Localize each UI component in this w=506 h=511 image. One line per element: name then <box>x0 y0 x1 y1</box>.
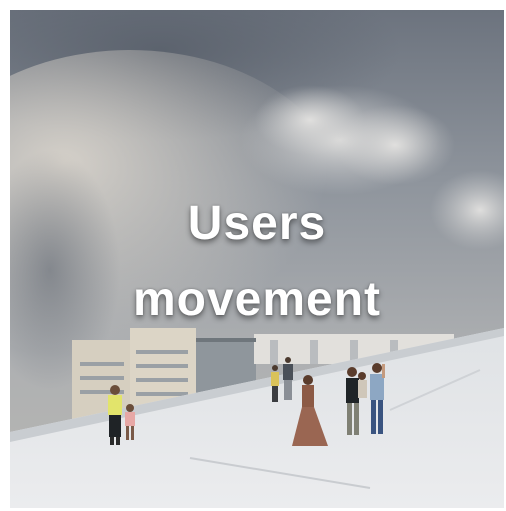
photo-illustration <box>10 10 504 508</box>
cloud-puff <box>335 105 455 185</box>
image-frame: Users movement <box>0 0 506 511</box>
person-behind <box>358 372 367 398</box>
opera-house-roof-photo <box>10 10 504 508</box>
